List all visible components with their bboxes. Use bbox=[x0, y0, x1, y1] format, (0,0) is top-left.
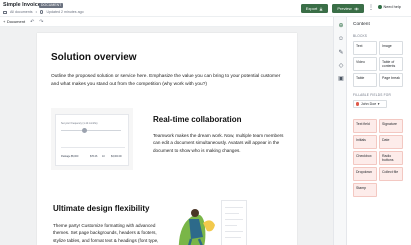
field-radio-buttons[interactable]: Radio buttons bbox=[379, 151, 403, 165]
help-button[interactable]: Need help bbox=[378, 5, 401, 9]
field-checkbox-label: Checkbox bbox=[356, 154, 372, 158]
theme-settings-card bbox=[221, 200, 247, 245]
field-signature[interactable]: Signature bbox=[379, 119, 403, 133]
card-line bbox=[225, 219, 243, 220]
redo-icon[interactable]: ↷ bbox=[39, 19, 43, 25]
field-text-label: Text field bbox=[356, 122, 370, 126]
field-stamp-label: Stamp bbox=[356, 186, 367, 190]
mock-total: $3,000.00 bbox=[111, 155, 122, 158]
saved-icon bbox=[39, 10, 44, 14]
top-bar: Simple Invoice DOCUMENT All documents • … bbox=[0, 0, 411, 17]
recipient-name: John Doe bbox=[360, 102, 377, 106]
block-image-label: Image bbox=[382, 44, 392, 48]
mock-qty: 10 bbox=[102, 155, 105, 158]
updated-text: Updated 2 minutes ago bbox=[46, 10, 84, 14]
mock-slider bbox=[61, 130, 121, 131]
block-toc[interactable]: Table of contents bbox=[379, 57, 403, 71]
field-signature-label: Signature bbox=[382, 122, 397, 126]
eye-icon bbox=[353, 7, 359, 10]
separator-dot: • bbox=[35, 10, 37, 14]
card-line bbox=[225, 231, 243, 232]
sidebar-rail: ⊕ ☺ ✎ ◇ ▣ bbox=[333, 17, 347, 245]
document-menu[interactable]: + Document bbox=[3, 19, 25, 24]
design-paragraph[interactable]: Theme party! Customize formatting with a… bbox=[53, 222, 163, 245]
block-toc-label: Table of contents bbox=[382, 60, 396, 68]
export-button[interactable]: Export bbox=[301, 4, 328, 13]
card-line bbox=[225, 225, 237, 226]
mock-divider bbox=[61, 147, 125, 148]
editor-toolbar: + Document ↶ ↷ bbox=[0, 17, 333, 27]
document-page[interactable]: Solution overview Outline the proposed s… bbox=[37, 33, 297, 245]
block-video-label: Video bbox=[356, 60, 365, 64]
pricing-mock: Set your Frequency (1-12 months) Package… bbox=[55, 114, 129, 166]
field-radio-label: Radio buttons bbox=[382, 154, 394, 162]
export-label: Export bbox=[305, 6, 318, 11]
card-line bbox=[225, 237, 241, 238]
preview-label: Preview bbox=[337, 6, 352, 11]
mock-slider-knob bbox=[82, 128, 87, 133]
field-date-label: Date bbox=[382, 138, 390, 142]
collab-heading[interactable]: Real-time collaboration bbox=[153, 115, 241, 124]
variables-icon[interactable]: ◇ bbox=[337, 61, 345, 69]
block-page-break-label: Page break bbox=[382, 76, 400, 80]
field-text[interactable]: Text field bbox=[353, 119, 377, 133]
folder-icon bbox=[3, 10, 7, 14]
block-text[interactable]: Text bbox=[353, 41, 377, 55]
panel-title: Content bbox=[353, 22, 370, 27]
field-date[interactable]: Date bbox=[379, 135, 403, 149]
plus-icon: + bbox=[3, 19, 6, 24]
pricing-screenshot-image[interactable]: Set your Frequency (1-12 months) Package… bbox=[51, 108, 133, 170]
field-collect-file[interactable]: Collect file bbox=[379, 167, 403, 181]
field-initials[interactable]: Initials bbox=[353, 135, 377, 149]
folder-link[interactable]: All documents bbox=[10, 10, 33, 14]
status-badge: DOCUMENT bbox=[39, 2, 64, 8]
fillable-fields-label: FILLABLE FIELDS FOR bbox=[353, 93, 391, 97]
editor-canvas: Solution overview Outline the proposed s… bbox=[0, 27, 333, 245]
block-page-break[interactable]: Page break bbox=[379, 73, 403, 87]
content-panel: Content BLOCKS Text Image Video Table of… bbox=[347, 17, 411, 245]
recipient-color-dot bbox=[356, 102, 360, 106]
mock-price: $76.26 bbox=[90, 155, 98, 158]
block-table[interactable]: Table bbox=[353, 73, 377, 87]
block-text-label: Text bbox=[356, 44, 363, 48]
recipient-select[interactable]: John Doe ▾ bbox=[353, 100, 387, 108]
section-heading[interactable]: Solution overview bbox=[51, 52, 137, 63]
field-dropdown[interactable]: Dropdown bbox=[353, 167, 377, 181]
block-table-label: Table bbox=[356, 76, 365, 80]
mock-item: Package $5,000 bbox=[61, 155, 79, 158]
design-heading[interactable]: Ultimate design flexibility bbox=[53, 204, 149, 213]
help-icon bbox=[378, 5, 382, 9]
add-content-icon[interactable]: ⊕ bbox=[337, 21, 345, 29]
card-line bbox=[225, 213, 239, 214]
download-icon bbox=[319, 6, 323, 11]
field-checkbox[interactable]: Checkbox bbox=[353, 151, 377, 165]
help-label: Need help bbox=[383, 5, 401, 9]
mock-frequency-label: Set your Frequency (1-12 months) bbox=[61, 122, 98, 125]
card-line bbox=[225, 207, 243, 208]
undo-icon[interactable]: ↶ bbox=[30, 19, 34, 25]
design-icon[interactable]: ✎ bbox=[337, 48, 345, 56]
design-illustration-image[interactable] bbox=[169, 197, 247, 245]
field-dropdown-label: Dropdown bbox=[356, 170, 372, 174]
intro-paragraph[interactable]: Outline the proposed solution or service… bbox=[51, 73, 286, 88]
media-icon[interactable]: ▣ bbox=[337, 74, 345, 82]
document-meta: All documents • Updated 2 minutes ago bbox=[3, 10, 84, 14]
block-video[interactable]: Video bbox=[353, 57, 377, 71]
document-title[interactable]: Simple Invoice bbox=[3, 2, 41, 8]
collab-paragraph[interactable]: Teamwork makes the dream work. Now, mult… bbox=[153, 132, 291, 154]
field-initials-label: Initials bbox=[356, 138, 366, 142]
field-stamp[interactable]: Stamp bbox=[353, 183, 377, 197]
recipients-icon[interactable]: ☺ bbox=[337, 35, 345, 43]
preview-button[interactable]: Preview bbox=[332, 4, 364, 13]
block-image[interactable]: Image bbox=[379, 41, 403, 55]
chevron-down-icon: ▾ bbox=[377, 102, 380, 106]
blocks-label: BLOCKS bbox=[353, 34, 368, 38]
field-collect-file-label: Collect file bbox=[382, 170, 399, 174]
document-menu-label: Document bbox=[6, 19, 26, 24]
more-options-icon[interactable]: ⋮ bbox=[368, 4, 374, 13]
